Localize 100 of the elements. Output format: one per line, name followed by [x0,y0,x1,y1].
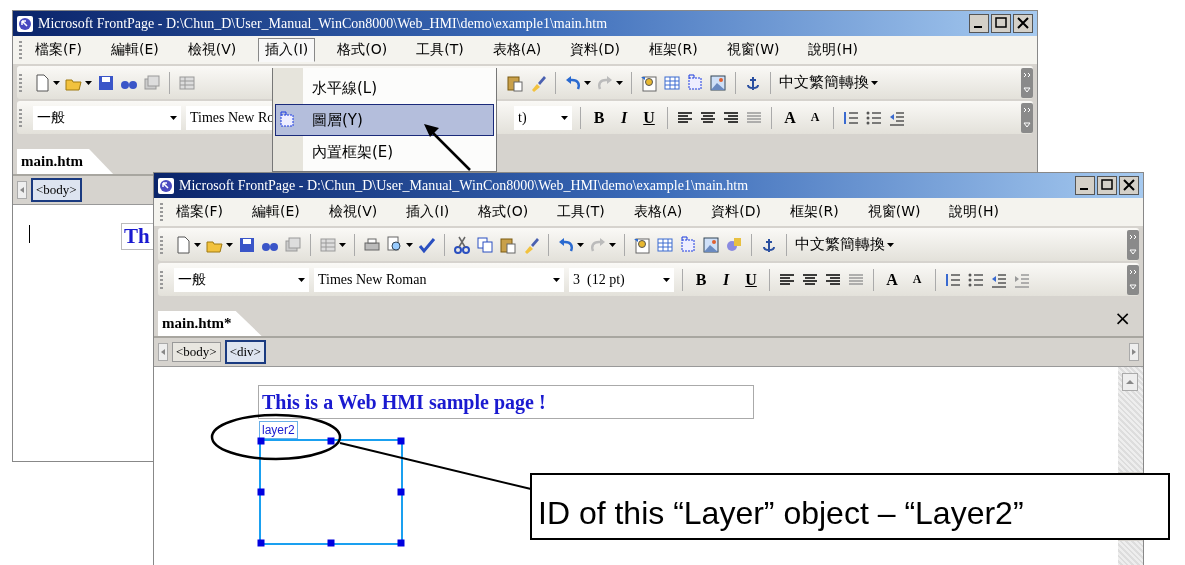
scroll-right-icon[interactable] [1129,343,1139,361]
menu-item[interactable]: 檔案(F) [169,200,230,224]
close-icon[interactable] [1119,176,1139,195]
shrink-font-button[interactable]: A [805,110,825,125]
caret-icon[interactable] [194,242,201,247]
toolbar-handle[interactable] [19,108,22,127]
text-box[interactable]: This is a Web HMI sample page ! [258,385,754,419]
caret-icon[interactable] [584,80,591,85]
tag-breadcrumb[interactable]: <div> [224,340,266,364]
format-button[interactable]: B [589,108,609,127]
layer-label[interactable]: layer2 [259,421,298,439]
menu-item[interactable]: 格式(O) [330,38,395,62]
layer-icon[interactable] [278,111,296,129]
caret-icon[interactable] [406,242,413,247]
convert-button[interactable]: 中文繁簡轉換 [795,235,885,254]
caret-icon[interactable] [53,80,60,85]
menu-item[interactable]: 檢視(V) [180,38,244,62]
menu-item[interactable]: 表格(A) [485,38,549,62]
close-icon[interactable] [1013,14,1033,33]
style-select[interactable]: 一般 [174,267,309,292]
clipboard-icon[interactable] [506,73,524,92]
document-tab[interactable]: main.htm* [158,311,262,336]
scroll-up-icon[interactable] [1122,373,1138,391]
scrollbar[interactable] [1118,367,1143,472]
image-icon[interactable] [702,235,720,254]
minimize-icon[interactable] [969,14,989,33]
toolbar-overflow-icon[interactable] [1127,264,1139,295]
brush-icon[interactable] [529,73,547,92]
clipboard-icon[interactable] [499,235,517,254]
size-select[interactable]: 3 (12 pt) [569,267,674,292]
format-button[interactable]: U [741,270,761,289]
undo-icon[interactable] [564,73,582,92]
maximize-icon[interactable] [1097,176,1117,195]
tag-breadcrumb[interactable]: <body> [172,342,221,362]
shrink-font-button[interactable]: A [907,272,927,287]
menu-item[interactable]: 框架(R) [642,38,705,62]
font-select[interactable]: Times New Roman [314,267,564,292]
menu-item[interactable]: 說明(H) [801,38,865,62]
scroll-left-icon[interactable] [158,343,168,361]
grow-font-button[interactable]: A [780,108,800,127]
style-select[interactable]: 一般 [33,105,181,130]
toolbar-overflow-icon[interactable] [1127,229,1139,260]
maximize-icon[interactable] [991,14,1011,33]
document-tab[interactable]: main.htm [17,149,114,174]
menu-item[interactable]: 視窗(W) [719,38,787,62]
layer-icon[interactable] [679,235,697,254]
menu-item[interactable]: 檔案(F) [28,38,89,62]
grow-font-button[interactable]: A [882,270,902,289]
image-icon[interactable] [709,73,727,92]
brush-icon[interactable] [522,235,540,254]
menu-item[interactable]: 框架(R) [783,200,846,224]
menu-item[interactable]: 格式(O) [471,200,536,224]
menu-item[interactable]: 資料(D) [563,38,627,62]
floppy-icon[interactable] [97,73,115,92]
scrollbar-track[interactable] [1118,541,1143,565]
format-button[interactable]: I [614,108,634,127]
menu-item[interactable]: 水平線(L) [275,72,494,104]
floppy-icon[interactable] [238,235,256,254]
scissors-icon[interactable] [453,235,471,254]
layer-box[interactable] [259,439,403,545]
toolbar-handle[interactable] [19,41,22,59]
magnifier-icon[interactable] [386,235,404,254]
close-button[interactable]: × [1114,306,1131,330]
caret-icon[interactable] [553,277,560,282]
caret-icon[interactable] [170,115,177,120]
tag-breadcrumb[interactable]: <body> [31,178,82,202]
check-icon[interactable] [418,235,436,254]
caret-icon[interactable] [577,242,584,247]
size-select[interactable]: t) [514,105,572,130]
caret-icon[interactable] [561,115,568,120]
caret-icon[interactable] [226,242,233,247]
format-button[interactable]: B [691,270,711,289]
caret-icon[interactable] [298,277,305,282]
caret-icon[interactable] [85,80,92,85]
menu-item[interactable]: 內置框架(E) [275,136,494,168]
menu-item[interactable]: 資料(D) [704,200,768,224]
menu-item[interactable]: 工具(T) [550,200,612,224]
convert-button[interactable]: 中文繁簡轉換 [779,73,869,92]
menu-item[interactable]: 視窗(W) [860,200,928,224]
menu-item[interactable]: 表格(A) [626,200,690,224]
menu-item[interactable]: 插入(I) [258,38,316,62]
scroll-left-icon[interactable] [17,181,27,199]
layer-icon[interactable] [686,73,704,92]
menu-item[interactable]: 編輯(E) [104,38,166,62]
table-icon[interactable] [656,235,674,254]
format-button[interactable]: U [639,108,659,127]
toolbar-handle[interactable] [160,235,163,254]
menu-item[interactable]: 工具(T) [409,38,471,62]
toolbar-handle[interactable] [160,270,163,289]
undo-icon[interactable] [557,235,575,254]
menu-item[interactable]: 檢視(V) [321,200,385,224]
printer-icon[interactable] [363,235,381,254]
toolbar-handle[interactable] [160,203,163,221]
caret-icon[interactable] [887,242,894,247]
caret-icon[interactable] [616,80,623,85]
menu-item[interactable]: 說明(H) [942,200,1006,224]
menu-item[interactable]: 編輯(E) [245,200,307,224]
caret-icon[interactable] [339,242,346,247]
minimize-icon[interactable] [1075,176,1095,195]
toolbar-overflow-icon[interactable] [1021,67,1033,98]
